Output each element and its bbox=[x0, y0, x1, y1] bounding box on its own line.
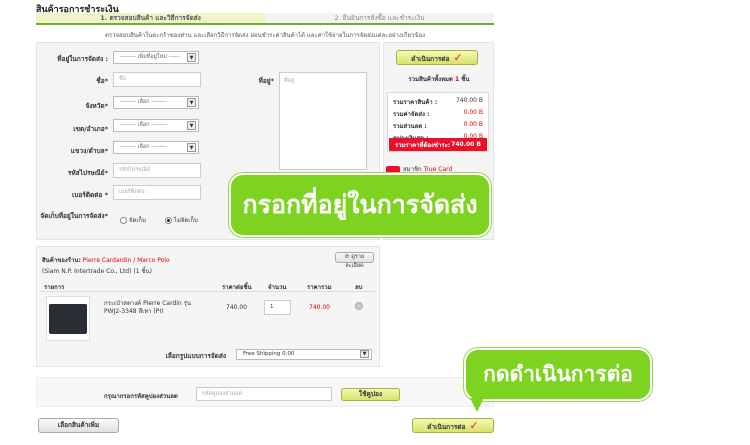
quantity-input[interactable]: 1 bbox=[264, 300, 291, 315]
save-address-radio-no[interactable]: ไม่จัดเก็บ bbox=[165, 215, 198, 225]
name-input[interactable]: ชื่อ bbox=[113, 72, 201, 87]
continue-button-top[interactable]: ดำเนินการต่อ ✓ bbox=[396, 50, 478, 65]
district-label: เขต/อำเภอ* bbox=[73, 125, 108, 133]
phone-input[interactable]: เบอร์ติดต่อ bbox=[113, 185, 201, 200]
summary-row-discount: รวมส่วนลด :0.00 B bbox=[393, 121, 483, 130]
chevron-down-icon: ▼ bbox=[187, 121, 196, 130]
coupon-label: กรุณากรอกรหัสคูปองส่วนลด bbox=[104, 393, 178, 400]
item-row-divider bbox=[40, 291, 376, 292]
callout-continue: กดดำเนินการต่อ bbox=[464, 348, 652, 401]
shop-name-link[interactable]: Pierre Cardardin / Marco Polo bbox=[83, 257, 170, 264]
step-1: 1. ตรวจสอบสินค้า และวิธีการจัดส่ง bbox=[36, 13, 265, 23]
province-select[interactable]: -------- เลือก -------- ▼ bbox=[113, 96, 199, 109]
view-shop-button[interactable]: ⟳ ดูรายละเอียด bbox=[335, 252, 374, 269]
callout-arrow bbox=[470, 398, 484, 412]
continue-button-bottom[interactable]: ดำเนินการต่อ ✓ bbox=[412, 418, 494, 433]
save-address-radio-yes[interactable]: จัดเก็บ bbox=[120, 215, 146, 225]
check-icon: ✓ bbox=[469, 419, 479, 432]
shop-header: สินค้าของร้าน: Pierre Cardardin / Marco … bbox=[42, 257, 170, 264]
subdistrict-label: แขวง/ตำบล* bbox=[70, 147, 108, 155]
address-book-label: ที่อยู่ในการจัดส่ง : bbox=[57, 55, 108, 63]
item-unit-price: 740.00 bbox=[226, 304, 247, 311]
summary-row-shipping: รวมค่าจัดส่ง :0.00 B bbox=[393, 109, 483, 118]
callout-address: กรอกที่อยู่ในการจัดส่ง bbox=[229, 173, 491, 237]
refresh-icon: ⟳ bbox=[344, 254, 350, 260]
apply-coupon-button[interactable]: ใช้คูปอง bbox=[341, 388, 400, 401]
address-textarea[interactable]: ที่อยู่ bbox=[279, 72, 367, 170]
name-label: ชื่อ* bbox=[96, 77, 108, 85]
postcode-label: รหัสไปรษณีย์* bbox=[67, 169, 108, 177]
radio-icon bbox=[165, 217, 172, 224]
shop-company: (Siam N.P. Intertrade Co., Ltd) (1 ชิ้น) bbox=[42, 268, 152, 275]
product-image[interactable] bbox=[46, 296, 90, 341]
step-2: 2. ยืนยันการสั่งซื้อ และชำระเงิน bbox=[265, 13, 494, 23]
coupon-input[interactable]: รหัสคูปองส่วนลด bbox=[196, 387, 332, 401]
district-select[interactable]: -------- เลือก -------- ▼ bbox=[113, 119, 199, 132]
chevron-down-icon: ▼ bbox=[360, 350, 369, 358]
item-total-price: 740.00 bbox=[309, 304, 330, 311]
chevron-down-icon: ▼ bbox=[187, 53, 196, 62]
truecard-link[interactable]: True Card bbox=[424, 166, 453, 173]
save-address-label: จัดเก็บที่อยู่ในการจัดส่ง* bbox=[40, 212, 108, 220]
chevron-down-icon: ▼ bbox=[187, 143, 196, 152]
product-name-link[interactable]: กระเป๋าสตางค์ Pierre Cardin รุ่น PWJ2-33… bbox=[104, 300, 204, 316]
check-icon: ✓ bbox=[453, 51, 463, 64]
shipping-method-label: เลือกรูปแบบการจัดส่ง bbox=[165, 352, 226, 360]
address-book-select[interactable]: -------- เพิ่มที่อยู่ใหม่ ------ ▼ bbox=[113, 51, 199, 64]
subdistrict-select[interactable]: -------- เลือก -------- ▼ bbox=[113, 141, 199, 154]
total-items: รวมสินค้าทั้งหมด 1 ชิ้น bbox=[408, 76, 470, 83]
chevron-down-icon: ▼ bbox=[187, 98, 196, 107]
postcode-input[interactable]: รหัสไปรษณีย์ bbox=[113, 163, 201, 178]
shipping-method-select[interactable]: Free Shipping 0.00 ▼ bbox=[236, 349, 372, 360]
grand-total-bar: รวมราคาที่ต้องชำระ: 740.00 B bbox=[389, 138, 487, 151]
phone-label: เบอร์ติดต่อ * bbox=[72, 191, 108, 199]
checkout-steps: 1. ตรวจสอบสินค้า และวิธีการจัดส่ง 2. ยืน… bbox=[36, 13, 494, 25]
continue-shopping-button[interactable]: เลือกสินค้าเพิ่ม bbox=[38, 418, 119, 433]
delete-icon[interactable] bbox=[355, 302, 363, 310]
radio-icon bbox=[120, 217, 127, 224]
address-label: ที่อยู่* bbox=[258, 77, 274, 85]
province-label: จังหวัด* bbox=[85, 102, 108, 110]
page-subtitle: ตรวจสอบสินค้าในตะกร้าของท่าน และเลือกวิธ… bbox=[104, 32, 426, 39]
summary-row-subtotal: รวมราคาสินค้า :740.00 B bbox=[393, 97, 483, 106]
